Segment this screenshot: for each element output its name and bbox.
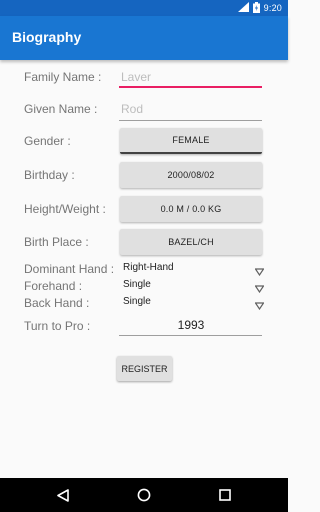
dominant-hand-label: Dominant Hand : xyxy=(24,262,115,276)
family-name-label: Family Name : xyxy=(24,70,102,84)
dropdown-arrow-icon xyxy=(254,263,265,277)
gender-button[interactable]: FEMALE xyxy=(120,128,262,154)
birth-place-button[interactable]: BAZEL/CH xyxy=(120,229,262,255)
birthday-label: Birthday : xyxy=(24,168,75,182)
given-name-field[interactable]: Rod xyxy=(120,102,262,116)
height-weight-label: Height/Weight : xyxy=(24,202,106,216)
signal-icon xyxy=(237,2,249,14)
turn-to-pro-underline xyxy=(119,335,262,336)
back-hand-label: Back Hand : xyxy=(24,296,90,310)
height-weight-button[interactable]: 0.0 M / 0.0 KG xyxy=(120,196,262,222)
turn-to-pro-label: Turn to Pro : xyxy=(24,319,91,333)
forehand-spinner[interactable]: Single xyxy=(120,278,266,294)
dropdown-arrow-icon xyxy=(254,297,265,311)
dominant-hand-value: Right-Hand xyxy=(123,262,174,273)
back-hand-value: Single xyxy=(123,296,151,307)
dominant-hand-spinner[interactable]: Right-Hand xyxy=(120,261,266,277)
recents-icon[interactable] xyxy=(216,486,234,504)
family-name-underline xyxy=(119,86,262,88)
family-name-field[interactable]: Laver xyxy=(120,70,262,84)
status-bar: 9:20 xyxy=(0,0,288,16)
forehand-label: Forehand : xyxy=(24,279,83,293)
battery-icon xyxy=(252,1,260,15)
turn-to-pro-field[interactable]: 1993 xyxy=(120,318,262,332)
birthday-button[interactable]: 2000/08/02 xyxy=(120,162,262,188)
clock: 9:20 xyxy=(263,3,282,13)
navigation-bar xyxy=(0,478,288,512)
app-bar: Biography xyxy=(0,16,288,60)
birth-place-label: Birth Place : xyxy=(24,235,89,249)
back-hand-spinner[interactable]: Single xyxy=(120,295,266,311)
given-name-label: Given Name : xyxy=(24,102,98,116)
status-icons: 9:20 xyxy=(237,1,282,15)
gender-label: Gender : xyxy=(24,134,71,148)
home-icon[interactable] xyxy=(135,486,153,504)
dropdown-arrow-icon xyxy=(254,280,265,294)
register-button[interactable]: REGISTER xyxy=(117,356,172,381)
forehand-value: Single xyxy=(123,279,151,290)
given-name-underline xyxy=(119,120,262,121)
back-icon[interactable] xyxy=(54,486,72,504)
page-title: Biography xyxy=(12,29,82,45)
